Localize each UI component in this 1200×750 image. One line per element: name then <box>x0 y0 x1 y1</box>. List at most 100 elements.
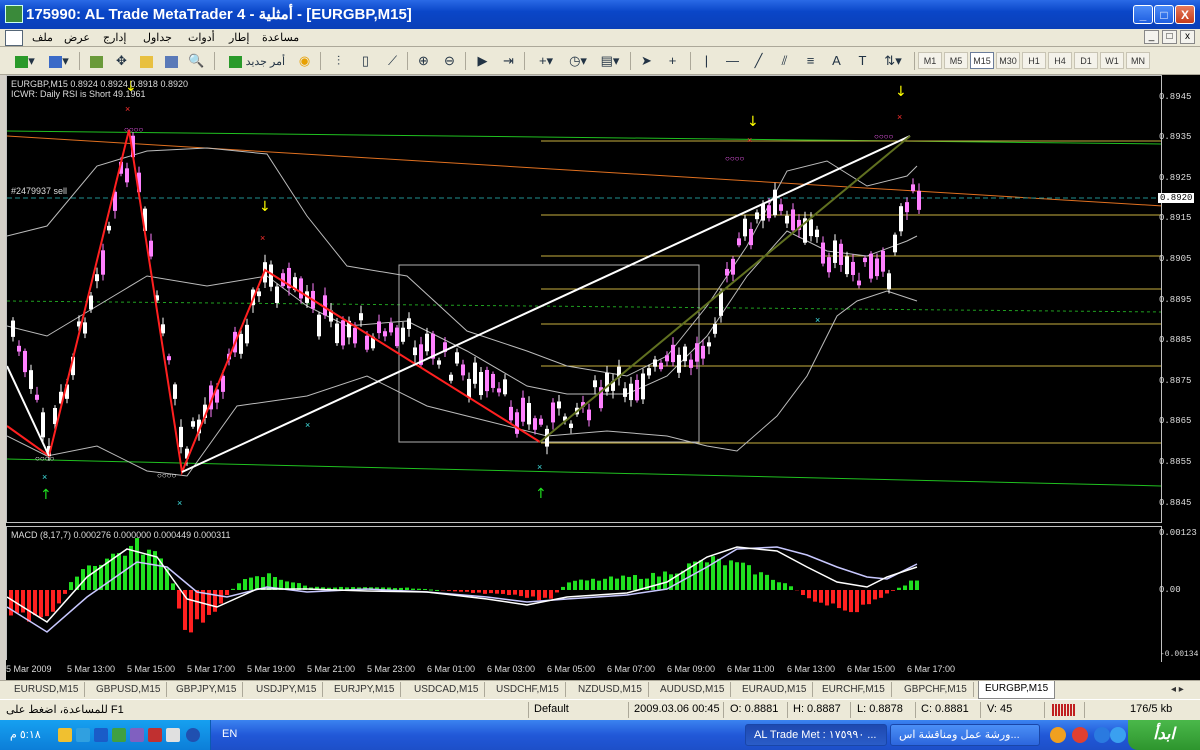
timeframe-m5[interactable]: M5 <box>944 52 968 69</box>
taskbar-button-metatrader[interactable]: AL Trade Met : ١٧٥٩٩٠ ... <box>745 724 887 746</box>
mdi-minimize-button[interactable]: _ <box>1144 30 1159 44</box>
vertical-line-button[interactable]: | <box>696 51 717 70</box>
terminal-button[interactable] <box>161 51 182 70</box>
tab-nzdusd[interactable]: NZDUSD,M15 <box>572 682 649 697</box>
tray-volume-icon[interactable] <box>166 728 180 742</box>
menu-insert[interactable]: إدارج <box>103 31 126 44</box>
indicators-button[interactable]: +▾ <box>531 51 561 70</box>
menu-charts[interactable]: جداول <box>143 31 172 44</box>
candle-body <box>509 406 513 421</box>
tab-usdchf[interactable]: USDCHF,M15 <box>490 682 566 697</box>
periods-button[interactable]: ◷▾ <box>563 51 593 70</box>
candlestick-button[interactable]: ▯ <box>355 51 376 70</box>
tray-expand-icon[interactable] <box>186 728 200 742</box>
line-chart-button[interactable]: ⟋ <box>382 51 403 70</box>
close-button[interactable]: X <box>1175 5 1195 24</box>
indicators-icon: + <box>538 53 547 68</box>
tab-euraud[interactable]: EURAUD,M15 <box>736 682 814 697</box>
gray-rectangle-object[interactable] <box>398 264 700 443</box>
timeframe-d1[interactable]: D1 <box>1074 52 1098 69</box>
auto-scroll-button[interactable]: ▶ <box>472 51 493 70</box>
menu-file[interactable]: ملف <box>32 31 53 44</box>
tab-eurchf[interactable]: EURCHF,M15 <box>816 682 892 697</box>
menu-view[interactable]: عرض <box>64 31 90 44</box>
new-chart-button[interactable]: ▾ <box>10 51 40 70</box>
maximize-button[interactable]: □ <box>1154 5 1174 24</box>
price-chart-panel[interactable]: ↓ ↓ ↓ ↓ ↑ ↑ × × × × × × × × × ○○○○ ○○○○ … <box>6 75 1162 523</box>
timeframe-h4[interactable]: H4 <box>1048 52 1072 69</box>
expert-advisors-button[interactable]: ◉ <box>294 51 315 70</box>
arrows-button[interactable]: ⇅▾ <box>878 51 908 70</box>
status-traffic: 176/5 kb <box>1130 703 1173 715</box>
fibonacci-button[interactable]: ≡ <box>800 51 821 70</box>
macd-panel[interactable]: MACD (8,17,7) 0.000276 0.000000 0.000449… <box>6 526 1162 662</box>
quicklaunch-ie-icon[interactable] <box>1094 727 1110 743</box>
macd-histogram-bar <box>855 590 859 613</box>
templates-button[interactable]: ▤▾ <box>595 51 625 70</box>
timeframe-h1[interactable]: H1 <box>1022 52 1046 69</box>
tray-alert-icon[interactable] <box>148 728 162 742</box>
chart-window[interactable]: ↓ ↓ ↓ ↓ ↑ ↑ × × × × × × × × × ○○○○ ○○○○ … <box>6 75 1162 680</box>
timeframe-m30[interactable]: M30 <box>996 52 1020 69</box>
tab-eurjpy[interactable]: EURJPY,M15 <box>328 682 402 697</box>
mdi-restore-button[interactable]: □ <box>1162 30 1177 44</box>
zoom-out-button[interactable]: ⊖ <box>439 51 460 70</box>
resistance-line[interactable] <box>7 130 1162 145</box>
timeframe-m15[interactable]: M15 <box>970 52 994 69</box>
zoom-in-button[interactable]: ⊕ <box>413 51 434 70</box>
order-label[interactable]: #2479937 sell <box>11 186 67 196</box>
quicklaunch-desktop-icon[interactable] <box>1110 727 1126 743</box>
data-window-button[interactable] <box>136 51 157 70</box>
profiles-button[interactable]: ▾ <box>44 51 74 70</box>
mdi-close-button[interactable]: x <box>1180 30 1195 44</box>
trendline-button[interactable]: ╱ <box>748 51 769 70</box>
bar-chart-button[interactable]: ⫶ <box>328 51 349 70</box>
quicklaunch-folder-icon[interactable] <box>1050 727 1066 743</box>
tab-audusd[interactable]: AUDUSD,M15 <box>654 682 732 697</box>
cursor-button[interactable]: ➤ <box>636 51 657 70</box>
tray-monitor-icon[interactable] <box>94 728 108 742</box>
timeframe-w1[interactable]: W1 <box>1100 52 1124 69</box>
tray-security-icon[interactable] <box>112 728 126 742</box>
tab-gbpchf[interactable]: GBPCHF,M15 <box>898 682 974 697</box>
channel-button[interactable]: ⫽ <box>774 51 795 70</box>
text-label-button[interactable]: T <box>852 51 873 70</box>
time-axis: 5 Mar 2009 5 Mar 13:00 5 Mar 15:00 5 Mar… <box>6 660 1161 678</box>
taskbar-button-browser[interactable]: ورشة عمل ومناقشة اس... <box>890 724 1040 746</box>
timeframe-mn[interactable]: MN <box>1126 52 1150 69</box>
start-button[interactable]: ابدأ <box>1128 720 1200 750</box>
market-watch-button[interactable] <box>86 51 107 70</box>
tray-network-icon[interactable] <box>76 728 90 742</box>
fibonacci-levels[interactable] <box>541 140 1162 444</box>
tray-folder-icon[interactable] <box>58 728 72 742</box>
timeframe-m1[interactable]: M1 <box>918 52 942 69</box>
tab-eurusd[interactable]: EURUSD,M15 <box>8 682 86 697</box>
crosshair-button[interactable]: + <box>662 51 683 70</box>
text-button[interactable]: A <box>826 51 847 70</box>
tray-app-icon[interactable] <box>130 728 144 742</box>
tab-scroll-arrows[interactable]: ◂ ▸ <box>1165 682 1190 697</box>
tab-usdcad[interactable]: USDCAD,M15 <box>408 682 486 697</box>
quicklaunch-chrome-icon[interactable] <box>1072 727 1088 743</box>
menu-window[interactable]: إطار <box>229 31 249 44</box>
candle-body <box>917 190 921 210</box>
connection-indicator-icon[interactable] <box>1052 704 1076 716</box>
macd-histogram-bar <box>537 590 541 601</box>
candlestick-icon: ▯ <box>361 53 370 68</box>
tray-clock[interactable]: ٥:١٨ م <box>10 728 41 741</box>
tab-usdjpy[interactable]: USDJPY,M15 <box>250 682 324 697</box>
macd-histogram-bar <box>255 576 259 590</box>
tab-eurgbp[interactable]: EURGBP,M15 <box>978 681 1056 699</box>
strategy-tester-button[interactable]: 🔍 <box>186 51 207 70</box>
horizontal-line-button[interactable]: — <box>722 51 743 70</box>
macd-histogram-bar <box>621 575 625 590</box>
menu-help[interactable]: مساعدة <box>262 31 299 44</box>
chart-shift-button[interactable]: ⇥ <box>498 51 519 70</box>
minimize-button[interactable]: _ <box>1133 5 1153 24</box>
language-indicator[interactable]: EN <box>222 728 237 740</box>
new-order-button[interactable]: أمر جديد <box>222 51 292 70</box>
menu-tools[interactable]: أدوات <box>188 31 215 44</box>
tab-gbpjpy[interactable]: GBPJPY,M15 <box>170 682 244 697</box>
navigator-button[interactable]: ✥ <box>111 51 132 70</box>
tab-gbpusd[interactable]: GBPUSD,M15 <box>90 682 168 697</box>
